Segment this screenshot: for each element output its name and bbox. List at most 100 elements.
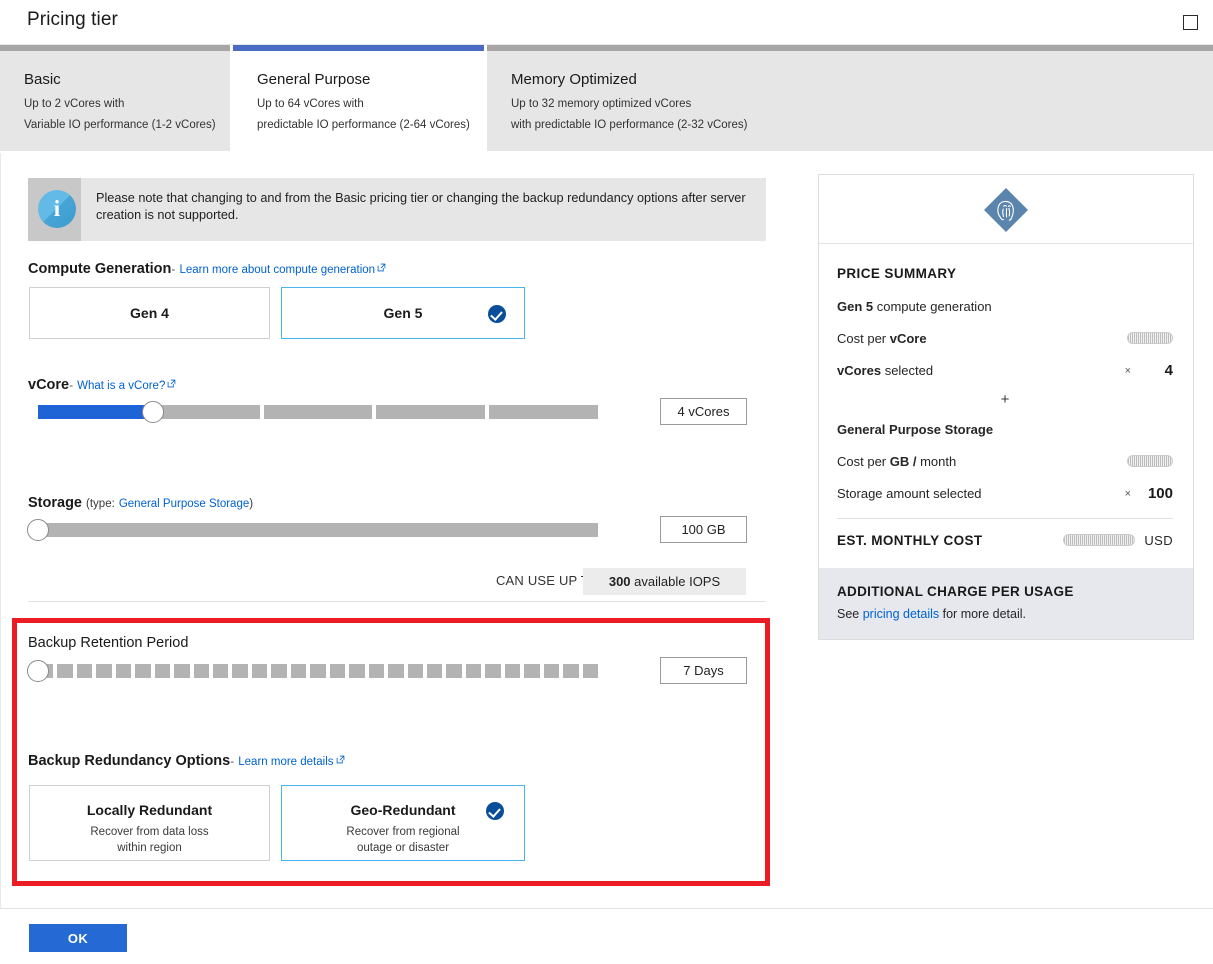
additional-charge-section: ADDITIONAL CHARGE PER USAGE See pricing … xyxy=(819,568,1193,639)
additional-charge-text-before: See xyxy=(837,607,863,621)
tab-general-purpose[interactable]: General Purpose Up to 64 vCores with pre… xyxy=(233,45,487,151)
tab-memory-optimized[interactable]: Memory Optimized Up to 32 memory optimiz… xyxy=(487,45,1213,151)
blade-left-edge xyxy=(0,45,1,964)
compute-generation-dash: - xyxy=(171,262,176,276)
slider-thumb[interactable] xyxy=(27,660,49,682)
compute-generation-learn-link[interactable]: Learn more about compute generation xyxy=(179,263,386,276)
tab-general-purpose-sub2: predictable IO performance (2-64 vCores) xyxy=(257,119,470,131)
tab-memory-optimized-sub1: Up to 32 memory optimized vCores xyxy=(511,98,692,110)
price-summary-body: PRICE SUMMARY Gen 5 compute generation C… xyxy=(819,244,1193,568)
price-storage-value: 100 xyxy=(1147,485,1173,502)
slider-segment xyxy=(543,664,560,678)
vcore-link-text: What is a vCore? xyxy=(77,380,166,392)
backup-retention-heading: Backup Retention Period xyxy=(28,635,188,651)
slider-segment xyxy=(38,523,598,537)
blade-titlebar: Pricing tier xyxy=(0,0,1213,45)
storage-value-box[interactable]: 100 GB xyxy=(660,516,747,543)
slider-segment xyxy=(388,664,404,678)
redundancy-geo-redundant-sub1: Recover from regional xyxy=(346,826,460,838)
square-glyph xyxy=(1182,14,1198,30)
check-icon xyxy=(488,305,506,323)
compute-option-gen-4-label: Gen 4 xyxy=(130,305,169,321)
ok-button[interactable]: OK xyxy=(29,924,127,952)
slider-segment xyxy=(582,664,598,678)
price-line-storage-heading: General Purpose Storage xyxy=(837,422,1173,439)
backup-retention-value-box[interactable]: 7 Days xyxy=(660,657,747,684)
price-storage-multiply-sign: × xyxy=(1124,488,1131,500)
price-vcores-value: 4 xyxy=(1164,362,1173,379)
redundancy-option-geo-redundant[interactable]: Geo-Redundant Recover from regional outa… xyxy=(281,785,525,861)
price-storage-amount-label: Storage amount selected xyxy=(837,486,982,501)
tab-general-purpose-sub1: Up to 64 vCores with xyxy=(257,98,364,110)
additional-charge-text-after: for more detail. xyxy=(939,607,1026,621)
slider-segment xyxy=(193,664,210,678)
tab-basic[interactable]: Basic Up to 2 vCores with Variable IO pe… xyxy=(0,45,233,151)
price-line-compute-generation: Gen 5 compute generation xyxy=(837,299,1173,316)
backup-redundancy-learn-link[interactable]: Learn more details xyxy=(238,755,344,768)
tab-memory-optimized-sub2: with predictable IO performance (2-32 vC… xyxy=(511,119,748,131)
tab-memory-optimized-label: Memory Optimized xyxy=(511,71,637,88)
vcore-heading: vCore- What is a vCore? xyxy=(28,377,176,393)
storage-slider[interactable] xyxy=(27,519,598,541)
blade-footer: OK xyxy=(0,908,1213,964)
price-total-label: EST. MONTHLY COST xyxy=(837,533,983,548)
slider-segment xyxy=(563,664,579,678)
square-maximize-icon[interactable] xyxy=(1180,11,1200,31)
redundancy-option-locally-redundant[interactable]: Locally Redundant Recover from data loss… xyxy=(29,785,270,861)
slider-segment xyxy=(329,664,346,678)
tab-basic-sub2: Variable IO performance (1-2 vCores) xyxy=(24,119,216,131)
compute-generation-label: Compute Generation xyxy=(28,261,172,277)
price-line-storage-amount: Storage amount selected × 100 xyxy=(837,485,1173,503)
slider-segment xyxy=(232,664,248,678)
price-cost-per-gb-unit: GB / xyxy=(889,454,917,469)
slider-segment xyxy=(135,664,151,678)
info-icon: i xyxy=(38,190,76,228)
slider-segment xyxy=(271,664,287,678)
vcore-learn-link[interactable]: What is a vCore? xyxy=(77,379,176,392)
slider-segment xyxy=(174,664,190,678)
tab-general-purpose-label: General Purpose xyxy=(257,71,371,88)
slider-thumb[interactable] xyxy=(27,519,49,541)
backup-redundancy-link-text: Learn more details xyxy=(238,756,334,768)
price-divider xyxy=(837,518,1173,519)
slider-segment xyxy=(154,664,171,678)
vcore-slider[interactable] xyxy=(38,401,598,423)
slider-segment xyxy=(150,405,260,419)
backup-redundancy-dash: - xyxy=(230,754,235,768)
redundancy-locally-redundant-sub1: Recover from data loss xyxy=(90,826,209,838)
pricing-details-link[interactable]: pricing details xyxy=(863,607,939,621)
external-link-icon xyxy=(377,263,386,272)
storage-type-link[interactable]: General Purpose Storage xyxy=(119,498,249,510)
additional-charge-heading: ADDITIONAL CHARGE PER USAGE xyxy=(837,584,1074,599)
vcore-label: vCore xyxy=(28,377,70,393)
slider-segment xyxy=(504,664,521,678)
iops-row: CAN USE UP TO 300 available IOPS xyxy=(28,568,766,602)
info-banner-message: Please note that changing to and from th… xyxy=(96,191,746,222)
price-summary-heading: PRICE SUMMARY xyxy=(837,266,957,281)
slider-segment xyxy=(57,664,73,678)
slider-segment xyxy=(407,664,423,678)
slider-thumb[interactable] xyxy=(141,401,164,423)
slider-segment xyxy=(349,664,365,678)
price-line-est-monthly-cost: EST. MONTHLY COST USD xyxy=(837,533,1173,552)
compute-option-gen-4[interactable]: Gen 4 xyxy=(29,287,270,339)
price-summary-logo-cell xyxy=(819,175,1193,244)
slider-segment xyxy=(115,664,132,678)
slider-segment xyxy=(376,405,486,419)
price-total-currency: USD xyxy=(1144,533,1173,548)
price-cost-per-gb-suffix: month xyxy=(916,454,957,469)
vcore-value-box[interactable]: 4 vCores xyxy=(660,398,747,425)
slider-segment xyxy=(489,405,598,419)
compute-option-gen-5[interactable]: Gen 5 xyxy=(281,287,525,339)
price-cost-per-vcore-prefix: Cost per xyxy=(837,331,890,346)
slider-segment xyxy=(446,664,462,678)
price-line-cost-per-vcore: Cost per vCore xyxy=(837,331,1173,348)
pricing-tier-blade: Pricing tier Basic Up to 2 vCores with V… xyxy=(0,0,1213,964)
slider-segment xyxy=(485,664,501,678)
slider-segment xyxy=(310,664,326,678)
tab-top-accent xyxy=(487,45,1213,51)
backup-retention-slider[interactable] xyxy=(27,660,598,682)
page-title: Pricing tier xyxy=(27,9,118,30)
iops-suffix: available IOPS xyxy=(630,574,721,589)
tab-basic-label: Basic xyxy=(24,71,61,88)
